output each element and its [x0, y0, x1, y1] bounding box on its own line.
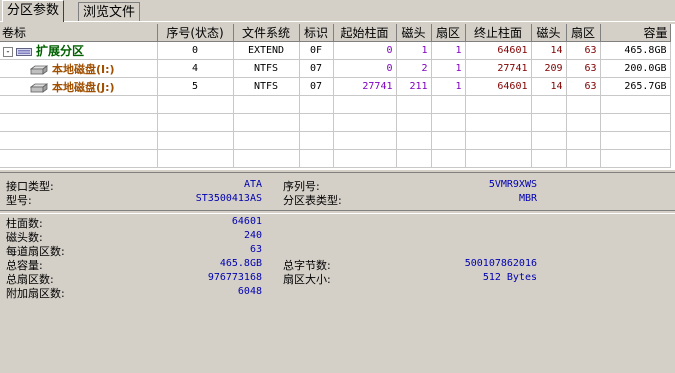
tab-bar: 分区参数 浏览文件: [0, 0, 675, 22]
row-end-head: 14: [531, 77, 567, 96]
row-start-head: 2: [396, 59, 432, 78]
row-end-sec: 63: [566, 41, 601, 60]
row-label-cell: 本地磁盘(J:): [0, 77, 158, 96]
cylinders-value: 64601: [231, 216, 262, 227]
info-separator: [0, 210, 675, 214]
row-label: 扩展分区: [36, 44, 85, 58]
row-index: 5: [157, 77, 234, 96]
sector-size-label: 扇区大小:: [283, 273, 331, 286]
row-label: 本地磁盘(I:): [52, 62, 115, 76]
extra-sectors-value: 6048: [237, 286, 262, 297]
table-row-partition-j[interactable]: 本地磁盘(J:) 5 NTFS 07 27741 211 1 64601 14 …: [0, 77, 671, 96]
total-bytes-value: 500107862016: [464, 258, 537, 269]
table-row-extended[interactable]: - 扩展分区 0 EXTEND 0F 0 1 1 64601 14 63 465.…: [0, 41, 671, 60]
row-end-cyl: 64601: [465, 41, 532, 60]
row-index: 4: [157, 59, 234, 78]
partition-table-type-value: MBR: [518, 193, 537, 204]
col-header-start-head[interactable]: 磁头: [396, 24, 432, 42]
tab-divider: [0, 21, 675, 22]
table-row-empty: [0, 149, 671, 168]
row-label-cell: 本地磁盘(I:): [0, 59, 158, 78]
row-start-cyl: 27741: [333, 77, 397, 96]
col-header-id[interactable]: 标识: [299, 24, 334, 42]
disk-info-panel: 接口类型: ATA 序列号: 5VMR9XWS 型号: ST3500413AS …: [0, 172, 675, 373]
col-header-label[interactable]: 卷标: [0, 24, 158, 42]
col-header-end-sec[interactable]: 扇区: [566, 24, 601, 42]
row-start-head: 1: [396, 41, 432, 60]
col-header-index[interactable]: 序号(状态): [157, 24, 234, 42]
row-end-cyl: 27741: [465, 59, 532, 78]
row-index: 0: [157, 41, 234, 60]
row-fs: NTFS: [233, 59, 300, 78]
row-start-sec: 1: [431, 77, 466, 96]
row-end-sec: 63: [566, 77, 601, 96]
row-fs: NTFS: [233, 77, 300, 96]
total-capacity-value: 465.8GB: [219, 258, 262, 269]
total-sectors-value: 976773168: [207, 272, 262, 283]
col-header-start-cyl[interactable]: 起始柱面: [333, 24, 397, 42]
sector-size-value: 512 Bytes: [482, 272, 537, 283]
tab-partition-params[interactable]: 分区参数: [2, 0, 65, 22]
table-row-empty: [0, 95, 671, 114]
row-end-cyl: 64601: [465, 77, 532, 96]
row-start-sec: 1: [431, 41, 466, 60]
row-end-sec: 63: [566, 59, 601, 78]
sectors-per-track-value: 63: [249, 244, 262, 255]
col-header-fs[interactable]: 文件系统: [233, 24, 300, 42]
table-header: 卷标 序号(状态) 文件系统 标识 起始柱面 磁头 扇区 终止柱面 磁头 扇区 …: [0, 24, 671, 42]
disk-drive-icon: [30, 64, 48, 75]
table-row-partition-i[interactable]: 本地磁盘(I:) 4 NTFS 07 0 2 1 27741 209 63 20…: [0, 59, 671, 78]
row-end-head: 209: [531, 59, 567, 78]
row-label-cell: - 扩展分区: [0, 41, 158, 60]
row-label: 本地磁盘(J:): [52, 80, 115, 94]
extended-partition-icon: [16, 48, 32, 56]
row-start-sec: 1: [431, 59, 466, 78]
row-end-head: 14: [531, 41, 567, 60]
model-value: ST3500413AS: [195, 193, 262, 204]
row-id: 07: [299, 77, 334, 96]
heads-value: 240: [243, 230, 262, 241]
col-header-size[interactable]: 容量: [600, 24, 671, 42]
row-start-cyl: 0: [333, 41, 397, 60]
row-size: 265.7GB: [600, 77, 671, 96]
col-header-end-head[interactable]: 磁头: [531, 24, 567, 42]
interface-type-value: ATA: [243, 179, 262, 190]
table-row-empty: [0, 131, 671, 150]
extra-sectors-label: 附加扇区数:: [6, 287, 65, 300]
row-fs: EXTEND: [233, 41, 300, 60]
row-id: 0F: [299, 41, 334, 60]
row-id: 07: [299, 59, 334, 78]
tab-browse-files[interactable]: 浏览文件: [78, 2, 141, 21]
table-row-empty: [0, 113, 671, 132]
row-size: 200.0GB: [600, 59, 671, 78]
disk-drive-icon: [30, 82, 48, 93]
row-start-cyl: 0: [333, 59, 397, 78]
model-label: 型号:: [6, 194, 32, 207]
serial-number-value: 5VMR9XWS: [488, 179, 537, 190]
partition-table: 卷标 序号(状态) 文件系统 标识 起始柱面 磁头 扇区 终止柱面 磁头 扇区 …: [0, 24, 675, 170]
collapse-toggle-icon[interactable]: -: [3, 47, 13, 57]
col-header-start-sec[interactable]: 扇区: [431, 24, 466, 42]
row-start-head: 211: [396, 77, 432, 96]
partition-table-type-label: 分区表类型:: [283, 194, 342, 207]
col-header-end-cyl[interactable]: 终止柱面: [465, 24, 532, 42]
row-size: 465.8GB: [600, 41, 671, 60]
